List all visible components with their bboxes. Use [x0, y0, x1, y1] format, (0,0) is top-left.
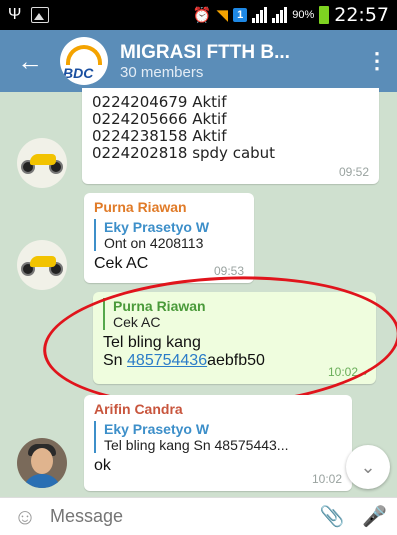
- sender-avatar[interactable]: [17, 240, 67, 290]
- usb-icon: Ψ: [8, 6, 22, 23]
- sender-avatar[interactable]: [17, 438, 67, 488]
- serial-link[interactable]: 485754436: [127, 352, 207, 369]
- alarm-icon: ⏰: [192, 7, 212, 24]
- sender-name: Purna Riawan: [94, 199, 187, 215]
- reply-author: Eky Prasetyo W: [104, 421, 210, 437]
- wifi-icon: ◥: [216, 7, 229, 24]
- group-info[interactable]: MIGRASI FTTH B... 30 members: [120, 42, 290, 81]
- message-line: 0224204679 Aktif: [92, 93, 227, 111]
- clock: 22:57: [334, 4, 389, 26]
- message-bubble[interactable]: Arifin Candra Eky Prasetyo W Tel bling k…: [84, 395, 352, 491]
- message-line: 0224202818 spdy cabut: [92, 144, 276, 162]
- battery-percent: 90%: [292, 9, 315, 21]
- outgoing-message-bubble[interactable]: Purna Riawan Cek AC Tel bling kang Sn 48…: [93, 292, 376, 384]
- emoji-icon[interactable]: ☺: [0, 504, 50, 530]
- message-serial-line: Sn 485754436aebfb50: [103, 352, 366, 370]
- microphone-icon[interactable]: 🎤: [352, 504, 397, 529]
- data-icon: 1: [233, 8, 248, 22]
- chevron-down-icon: ⌄: [360, 457, 376, 477]
- reply-text: Tel bling kang Sn 48575443...: [104, 437, 289, 453]
- message-bubble[interactable]: Purna Riawan Eky Prasetyo W Ont on 42081…: [84, 193, 254, 283]
- signal-2-icon: [272, 7, 288, 23]
- serial-prefix: Sn: [103, 352, 128, 369]
- message-line: 0224205666 Aktif: [92, 110, 227, 128]
- chat-header: ← BDC MIGRASI FTTH B... 30 members ⋮: [0, 30, 397, 92]
- message-text: Tel bling kang: [103, 334, 201, 351]
- message-input[interactable]: [50, 506, 250, 527]
- more-options-icon[interactable]: ⋮: [357, 48, 397, 74]
- member-count: 30 members: [120, 63, 204, 81]
- reply-author: Eky Prasetyo W: [104, 219, 210, 235]
- sender-avatar[interactable]: [17, 138, 67, 188]
- group-avatar[interactable]: BDC: [60, 37, 108, 85]
- attach-icon[interactable]: 📎: [312, 504, 352, 529]
- battery-icon: [319, 6, 330, 24]
- reply-quote[interactable]: Eky Prasetyo W Ont on 4208113: [94, 219, 244, 251]
- sender-name: Arifin Candra: [94, 401, 183, 417]
- reply-quote[interactable]: Purna Riawan Cek AC: [103, 298, 366, 330]
- reply-quote[interactable]: Eky Prasetyo W Tel bling kang Sn 4857544…: [94, 421, 342, 453]
- message-text: ok: [94, 457, 111, 474]
- serial-suffix: aebfb50: [207, 352, 265, 369]
- reply-author: Purna Riawan: [113, 298, 206, 314]
- message-line: 0224238158 Aktif: [92, 127, 227, 145]
- message-bubble[interactable]: 0224204679 Aktif 0224205666 Aktif 022423…: [82, 88, 379, 184]
- back-arrow-icon[interactable]: ←: [0, 46, 60, 77]
- signal-icon: [252, 7, 268, 23]
- status-bar: Ψ ⏰ ◥ 1 90% 22:57: [0, 0, 397, 30]
- message-time: 09:53: [213, 264, 244, 278]
- message-time: 10:02: [311, 472, 342, 486]
- image-icon: [31, 7, 50, 23]
- group-logo-text: BDC: [63, 65, 94, 81]
- message-time: 10:02: [327, 365, 358, 379]
- group-title: MIGRASI FTTH B...: [120, 41, 290, 63]
- composer-bar: ☺ 📎 🎤: [0, 497, 397, 535]
- reply-text: Ont on 4208113: [104, 235, 204, 251]
- read-check-icon: ✓: [361, 365, 372, 379]
- reply-text: Cek AC: [113, 314, 161, 330]
- scroll-down-button[interactable]: ⌄: [346, 445, 390, 489]
- message-time: 09:52: [338, 165, 369, 179]
